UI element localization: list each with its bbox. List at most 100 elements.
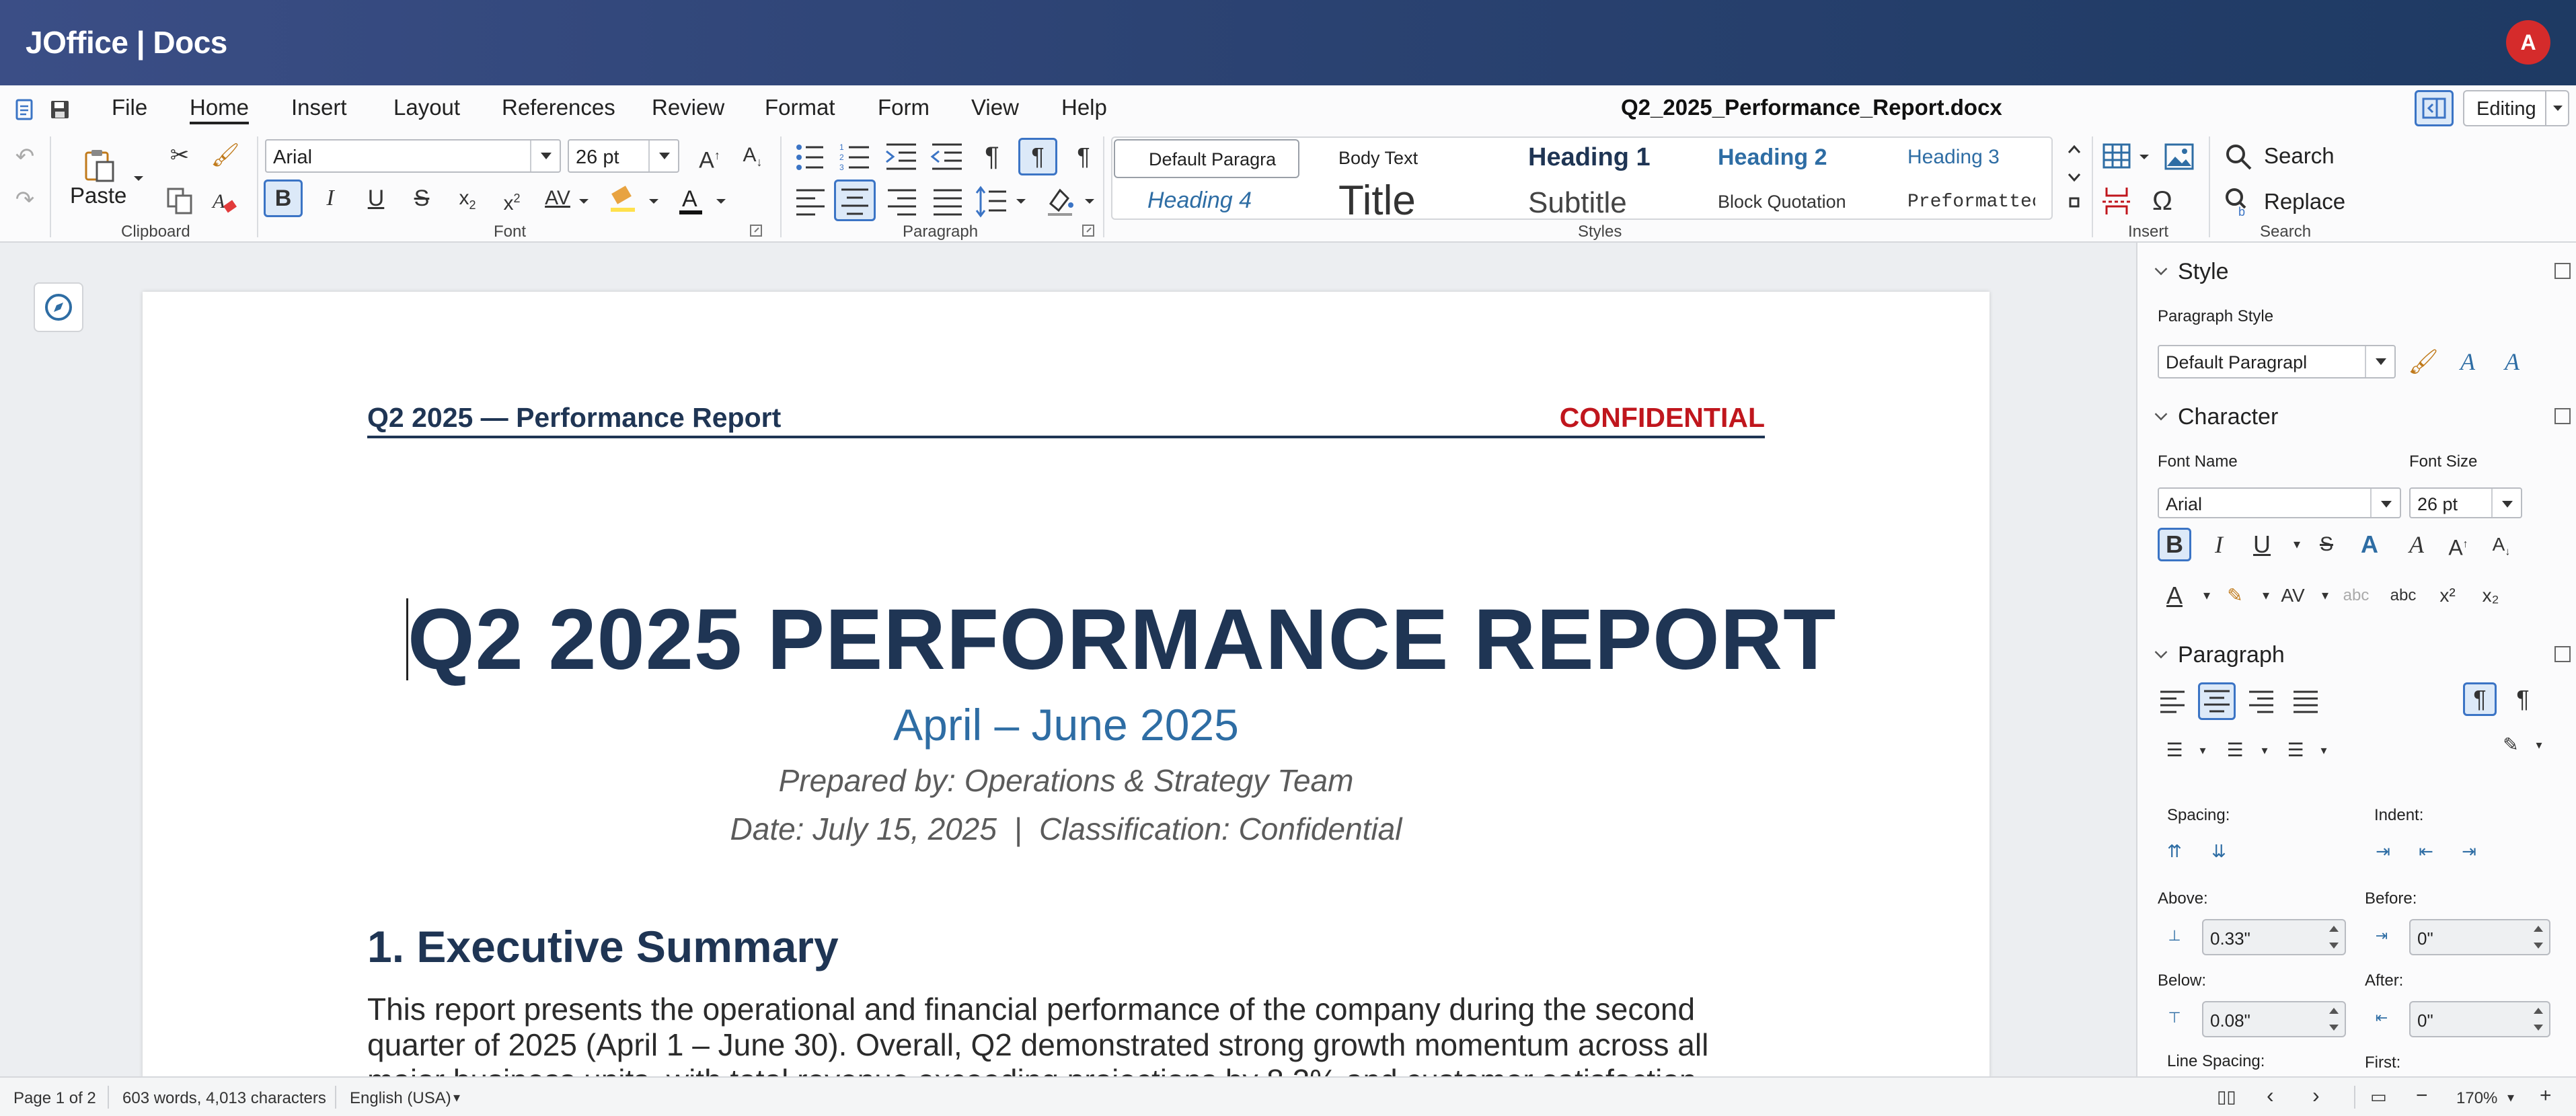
chevron-down-icon[interactable] (2137, 150, 2151, 163)
sidebar-underline-button[interactable]: U (2245, 528, 2279, 561)
ltr-paragraph-icon[interactable]: ¶ (1018, 138, 1057, 175)
menu-review[interactable]: Review (652, 95, 724, 120)
chevron-down-icon[interactable] (2545, 91, 2568, 125)
paste-dropdown-icon[interactable] (132, 171, 145, 185)
clear-formatting-icon[interactable]: A (209, 185, 241, 217)
menu-help[interactable]: Help (1061, 95, 1107, 120)
new-style-icon[interactable]: A (2451, 345, 2485, 378)
chevron-down-icon[interactable]: ▾ (2307, 733, 2341, 767)
chevron-down-icon[interactable] (2365, 346, 2394, 377)
chevron-down-icon[interactable] (2491, 489, 2521, 517)
highlight-color-icon[interactable] (607, 184, 644, 217)
section-heading[interactable]: 1. Executive Summary (367, 921, 839, 972)
spinner-arrows-icon[interactable] (2533, 1006, 2545, 1032)
text-outline-icon[interactable]: A (2353, 528, 2386, 561)
menu-insert[interactable]: Insert (291, 95, 347, 120)
menu-view[interactable]: View (971, 95, 1019, 120)
below-spacing-input[interactable]: 0.08" (2202, 1001, 2346, 1037)
body-text-line[interactable]: This report presents the operational and… (367, 991, 1695, 1027)
formatting-marks-icon[interactable]: ¶ (973, 138, 1012, 175)
page-break-icon[interactable] (2100, 184, 2136, 220)
multi-page-view-icon[interactable]: ▯▯ (2217, 1086, 2236, 1107)
cut-icon[interactable]: ✂ (160, 136, 199, 174)
style-heading-2[interactable]: Heading 2 (1718, 145, 1827, 171)
align-center-button[interactable] (834, 180, 876, 221)
chevron-down-icon[interactable] (714, 194, 728, 208)
increase-indent-icon[interactable] (884, 139, 920, 175)
navigator-button[interactable] (34, 282, 83, 332)
fit-page-icon[interactable]: ▭ (2370, 1086, 2387, 1107)
sidebar-align-left-icon[interactable] (2158, 686, 2187, 716)
paste-button[interactable]: Paste (70, 183, 126, 208)
sidebar-font-color-icon[interactable]: A (2158, 579, 2191, 612)
style-heading-3[interactable]: Heading 3 (1907, 146, 2000, 169)
chevron-down-icon[interactable]: ▾ (2522, 728, 2556, 762)
chevron-down-icon[interactable] (1083, 194, 1096, 208)
apply-style-icon[interactable]: A (2495, 345, 2529, 378)
zoom-level[interactable]: 170% (2456, 1089, 2497, 1108)
paragraph-dialog-launcher-icon[interactable] (1082, 224, 1095, 237)
sidebar-justify-icon[interactable] (2291, 686, 2320, 716)
character-section-header[interactable]: Character (2137, 404, 2576, 431)
rtl-paragraph-icon[interactable]: ¶ (1064, 138, 1103, 175)
next-page-icon[interactable]: › (2312, 1083, 2320, 1108)
chevron-down-icon[interactable] (2154, 407, 2168, 421)
format-painter-icon[interactable]: 🖌 (206, 136, 245, 174)
menu-file[interactable]: File (112, 95, 147, 120)
before-indent-input[interactable]: 0" (2409, 919, 2550, 955)
sidebar-spacing-icon[interactable]: AV (2276, 579, 2310, 612)
shadow-text-icon[interactable]: abc (2339, 579, 2373, 612)
above-spacing-input[interactable]: 0.33" (2202, 919, 2346, 955)
save-icon[interactable] (50, 99, 70, 120)
align-left-icon[interactable] (792, 184, 829, 220)
style-subtitle[interactable]: Subtitle (1528, 186, 1627, 220)
sidebar-toggle-button[interactable] (2415, 90, 2454, 126)
bold-button[interactable]: B (264, 180, 303, 217)
sidebar-bold-button[interactable]: B (2158, 528, 2191, 561)
increase-spacing-icon[interactable]: ⇈ (2158, 834, 2191, 868)
copy-icon[interactable] (164, 185, 196, 217)
character-spacing-button[interactable]: AV (538, 180, 577, 217)
special-character-icon[interactable]: Ω (2143, 182, 2182, 220)
document-title[interactable]: Q2 2025 PERFORMANCE REPORT (408, 590, 1836, 689)
popout-icon[interactable] (2554, 408, 2571, 424)
sidebar-numbering-icon[interactable]: ☰ (2218, 733, 2252, 767)
document-subtitle[interactable]: April – June 2025 (0, 699, 2132, 750)
spinner-arrows-icon[interactable] (2533, 924, 2545, 950)
paste-icon[interactable] (81, 147, 118, 185)
chevron-down-icon[interactable]: ▾ (2308, 579, 2342, 612)
font-color-icon[interactable]: A (675, 184, 709, 217)
shrink-font-icon[interactable]: A↓ (733, 136, 772, 174)
strikethrough-button[interactable]: S (402, 180, 441, 217)
sidebar-highlight-icon[interactable]: ✎ (2218, 579, 2252, 612)
sidebar-font-size-combo[interactable]: 26 pt (2409, 487, 2522, 518)
font-name-combo[interactable]: Arial (265, 139, 561, 173)
update-style-icon[interactable]: 🖌 (2407, 345, 2440, 378)
styles-scroll-controls[interactable] (2065, 139, 2084, 220)
undo-icon[interactable]: ↶ (5, 138, 44, 175)
page-indicator[interactable]: Page 1 of 2 (13, 1089, 96, 1108)
language-selector[interactable]: English (USA) (350, 1089, 451, 1108)
sidebar-rtl-icon[interactable]: ¶ (2506, 682, 2540, 716)
sidebar-shrink-font-icon[interactable]: A↓ (2485, 528, 2518, 561)
paragraph-shading-icon[interactable] (1043, 184, 1079, 220)
sidebar-subscript-icon[interactable]: x₂ (2474, 579, 2507, 612)
menu-form[interactable]: Form (878, 95, 930, 120)
sidebar-grow-font-icon[interactable]: A↑ (2441, 528, 2475, 561)
search-icon[interactable] (2222, 141, 2255, 173)
after-indent-input[interactable]: 0" (2409, 1001, 2550, 1037)
sidebar-superscript-icon[interactable]: x² (2431, 579, 2464, 612)
style-section-header[interactable]: Style (2137, 259, 2576, 286)
chevron-down-icon[interactable] (647, 194, 660, 208)
redo-icon[interactable]: ↷ (5, 181, 44, 218)
style-body-text[interactable]: Body Text (1338, 148, 1418, 169)
zoom-in-icon[interactable]: + (2540, 1084, 2552, 1107)
line-spacing-icon[interactable] (974, 184, 1010, 220)
menu-layout[interactable]: Layout (393, 95, 460, 120)
chevron-down-icon[interactable] (2154, 645, 2168, 659)
hanging-indent-icon[interactable]: ⇥ (2452, 834, 2486, 868)
style-block-quotation[interactable]: Block Quotation (1718, 192, 1846, 212)
sidebar-align-center-button[interactable] (2198, 682, 2236, 720)
style-default-paragraph[interactable]: Default Paragra (1114, 139, 1299, 178)
document-prepared-by[interactable]: Prepared by: Operations & Strategy Team (0, 762, 2132, 799)
